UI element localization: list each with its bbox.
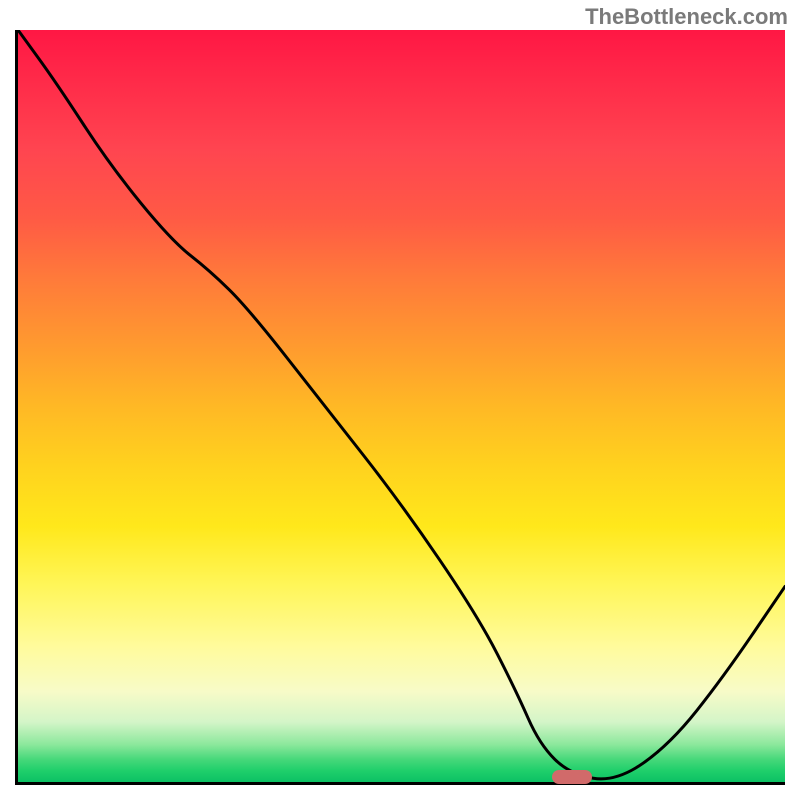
bottleneck-curve-path xyxy=(18,30,785,779)
bottleneck-chart: TheBottleneck.com xyxy=(0,0,800,800)
plot-area xyxy=(15,30,785,785)
curve-svg xyxy=(18,30,785,782)
watermark-text: TheBottleneck.com xyxy=(585,4,788,30)
optimal-marker xyxy=(552,770,592,784)
